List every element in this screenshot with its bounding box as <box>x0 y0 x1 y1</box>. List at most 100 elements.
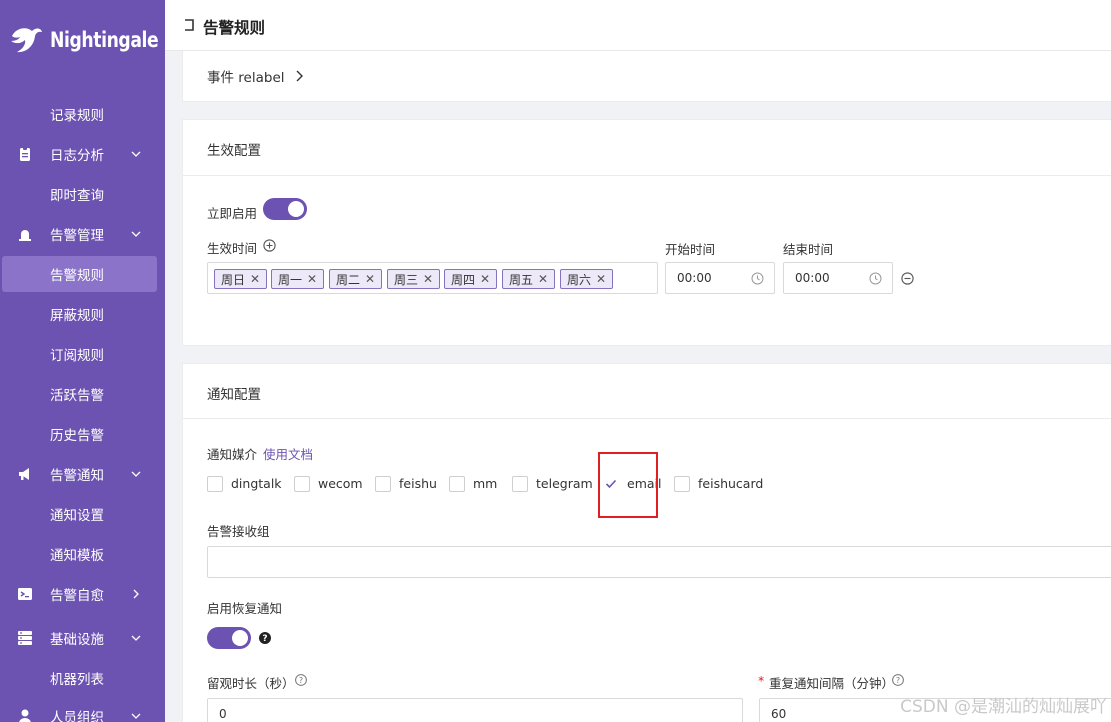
observe-duration-input[interactable]: 0 <box>207 698 743 722</box>
help-icon[interactable]: ? <box>259 632 271 644</box>
sidebar-item-alert-management[interactable]: 告警管理 <box>0 216 165 252</box>
checkbox-dingtalk[interactable] <box>207 476 223 492</box>
close-icon[interactable]: ✕ <box>250 272 260 286</box>
start-time-picker[interactable]: 00:00 <box>665 262 775 294</box>
sidebar-item-alert-rules[interactable]: 告警规则 <box>2 256 157 292</box>
svg-text:?: ? <box>262 634 267 644</box>
repeat-interval-label: 重复通知间隔（分钟） <box>769 676 895 691</box>
nightingale-logo-icon <box>11 28 42 53</box>
observe-duration-label: 留观时长（秒） <box>207 676 295 691</box>
day-tag[interactable]: 周五 ✕ <box>502 269 556 289</box>
svg-text:?: ? <box>896 676 900 685</box>
add-circle-icon[interactable] <box>263 239 276 252</box>
day-tag[interactable]: 周四 ✕ <box>444 269 498 289</box>
sidebar-item-people-org[interactable]: 人员组织 <box>0 698 165 722</box>
close-icon[interactable]: ✕ <box>596 272 606 286</box>
channel-label: mm <box>473 476 498 491</box>
required-mark: * <box>758 673 765 688</box>
question-circle-icon[interactable]: ? <box>295 674 307 686</box>
end-time-picker[interactable]: 00:00 <box>783 262 893 294</box>
day-tag[interactable]: 周六 ✕ <box>560 269 614 289</box>
relabel-toggle[interactable]: 事件 relabel <box>207 66 305 86</box>
day-tag-label: 周六 <box>567 272 592 287</box>
receiver-group-select[interactable] <box>207 546 1111 578</box>
day-tag-label: 周二 <box>336 272 361 287</box>
close-icon[interactable]: ✕ <box>307 272 317 286</box>
checkbox-wecom[interactable] <box>294 476 310 492</box>
checkbox-feishucard[interactable] <box>674 476 690 492</box>
checkbox-mm[interactable] <box>449 476 465 492</box>
toggle-knob <box>232 630 248 646</box>
sidebar-item-notify-settings[interactable]: 通知设置 <box>0 496 165 532</box>
close-icon[interactable]: ✕ <box>365 272 375 286</box>
sidebar-item-label: 机器列表 <box>50 672 104 688</box>
sidebar-item-subscribe-rules[interactable]: 订阅规则 <box>0 336 165 372</box>
sidebar-item-active-alerts[interactable]: 活跃告警 <box>0 376 165 412</box>
day-tag[interactable]: 周一 ✕ <box>271 269 325 289</box>
checkbox-feishu[interactable] <box>375 476 391 492</box>
sidebar-item-machine-list[interactable]: 机器列表 <box>0 660 165 696</box>
highlight-box <box>598 452 658 518</box>
chevron-down-icon <box>131 471 141 477</box>
clipboard-icon <box>20 147 30 161</box>
sidebar-item-notify-templates[interactable]: 通知模板 <box>0 536 165 572</box>
recovery-notify-label: 启用恢复通知 <box>207 601 283 616</box>
sidebar-item-infrastructure[interactable]: 基础设施 <box>0 620 165 656</box>
day-tag[interactable]: 周三 ✕ <box>387 269 441 289</box>
sidebar: Nightingale 记录规则 日志分析 即时查询 告警管理 告警规则 屏蔽规… <box>0 0 165 722</box>
sidebar-item-instant-query[interactable]: 即时查询 <box>0 176 165 212</box>
sidebar-item-log-analysis[interactable]: 日志分析 <box>0 136 165 172</box>
app-name: Nightingale <box>50 28 159 52</box>
sidebar-item-label: 记录规则 <box>50 108 104 124</box>
start-time-label: 开始时间 <box>665 242 716 257</box>
clock-icon <box>869 272 882 285</box>
channel-label: feishucard <box>698 476 764 491</box>
weekday-select[interactable]: 周日 ✕ 周一 ✕ 周二 ✕ 周三 ✕ 周四 ✕ 周五 ✕ 周六 ✕ <box>207 262 658 294</box>
question-circle-icon[interactable]: ? <box>892 674 904 686</box>
day-tag-label: 周四 <box>451 272 476 287</box>
end-time-value: 00:00 <box>795 271 830 285</box>
sidebar-item-mute-rules[interactable]: 屏蔽规则 <box>0 296 165 332</box>
server-icon <box>18 631 32 645</box>
sidebar-item-alert-notify[interactable]: 告警通知 <box>0 456 165 492</box>
notify-media-label: 通知媒介 <box>207 447 258 462</box>
sidebar-item-label: 告警管理 <box>50 228 104 244</box>
sidebar-item-label: 屏蔽规则 <box>50 308 104 324</box>
sidebar-item-label: 即时查询 <box>50 188 104 204</box>
svg-text:?: ? <box>299 676 303 685</box>
sidebar-item-self-healing[interactable]: 告警自愈 <box>0 576 165 612</box>
section-title: 通知配置 <box>207 387 261 403</box>
remove-circle-icon[interactable] <box>901 272 914 285</box>
day-tag[interactable]: 周日 ✕ <box>214 269 268 289</box>
user-icon <box>19 709 31 722</box>
logo[interactable]: Nightingale <box>8 22 165 58</box>
sidebar-item-label: 通知设置 <box>50 508 104 524</box>
doc-link[interactable]: 使用文档 <box>263 444 313 463</box>
day-tag-label: 周三 <box>394 272 419 287</box>
sidebar-item-record-rules[interactable]: 记录规则 <box>0 96 165 132</box>
watermark: CSDN @是潮汕的灿灿展吖 <box>900 697 1107 717</box>
sidebar-item-label: 告警自愈 <box>50 588 104 604</box>
day-tag-label: 周一 <box>278 272 303 287</box>
enable-label: 立即启用 <box>207 206 258 221</box>
day-tag-label: 周五 <box>509 272 534 287</box>
chevron-down-icon <box>131 231 141 237</box>
day-tag[interactable]: 周二 ✕ <box>329 269 383 289</box>
recovery-toggle[interactable] <box>207 627 251 649</box>
effective-time-label: 生效时间 <box>207 241 258 256</box>
sidebar-item-label: 通知模板 <box>50 548 104 564</box>
chevron-right-icon <box>296 70 303 82</box>
close-icon[interactable]: ✕ <box>423 272 433 286</box>
main-content: 告警规则 事件 relabel 生效配置 立即启用 生效时间 开始时间 结束时间… <box>165 0 1111 722</box>
channel-label: dingtalk <box>231 476 282 491</box>
enable-toggle[interactable] <box>263 198 307 220</box>
sidebar-item-history-alerts[interactable]: 历史告警 <box>0 416 165 452</box>
close-icon[interactable]: ✕ <box>538 272 548 286</box>
section-title: 生效配置 <box>207 143 261 159</box>
chevron-down-icon <box>131 713 141 719</box>
back-icon[interactable] <box>183 18 195 32</box>
end-time-label: 结束时间 <box>783 242 834 257</box>
sidebar-item-label: 告警通知 <box>50 468 104 484</box>
close-icon[interactable]: ✕ <box>480 272 490 286</box>
checkbox-telegram[interactable] <box>512 476 528 492</box>
